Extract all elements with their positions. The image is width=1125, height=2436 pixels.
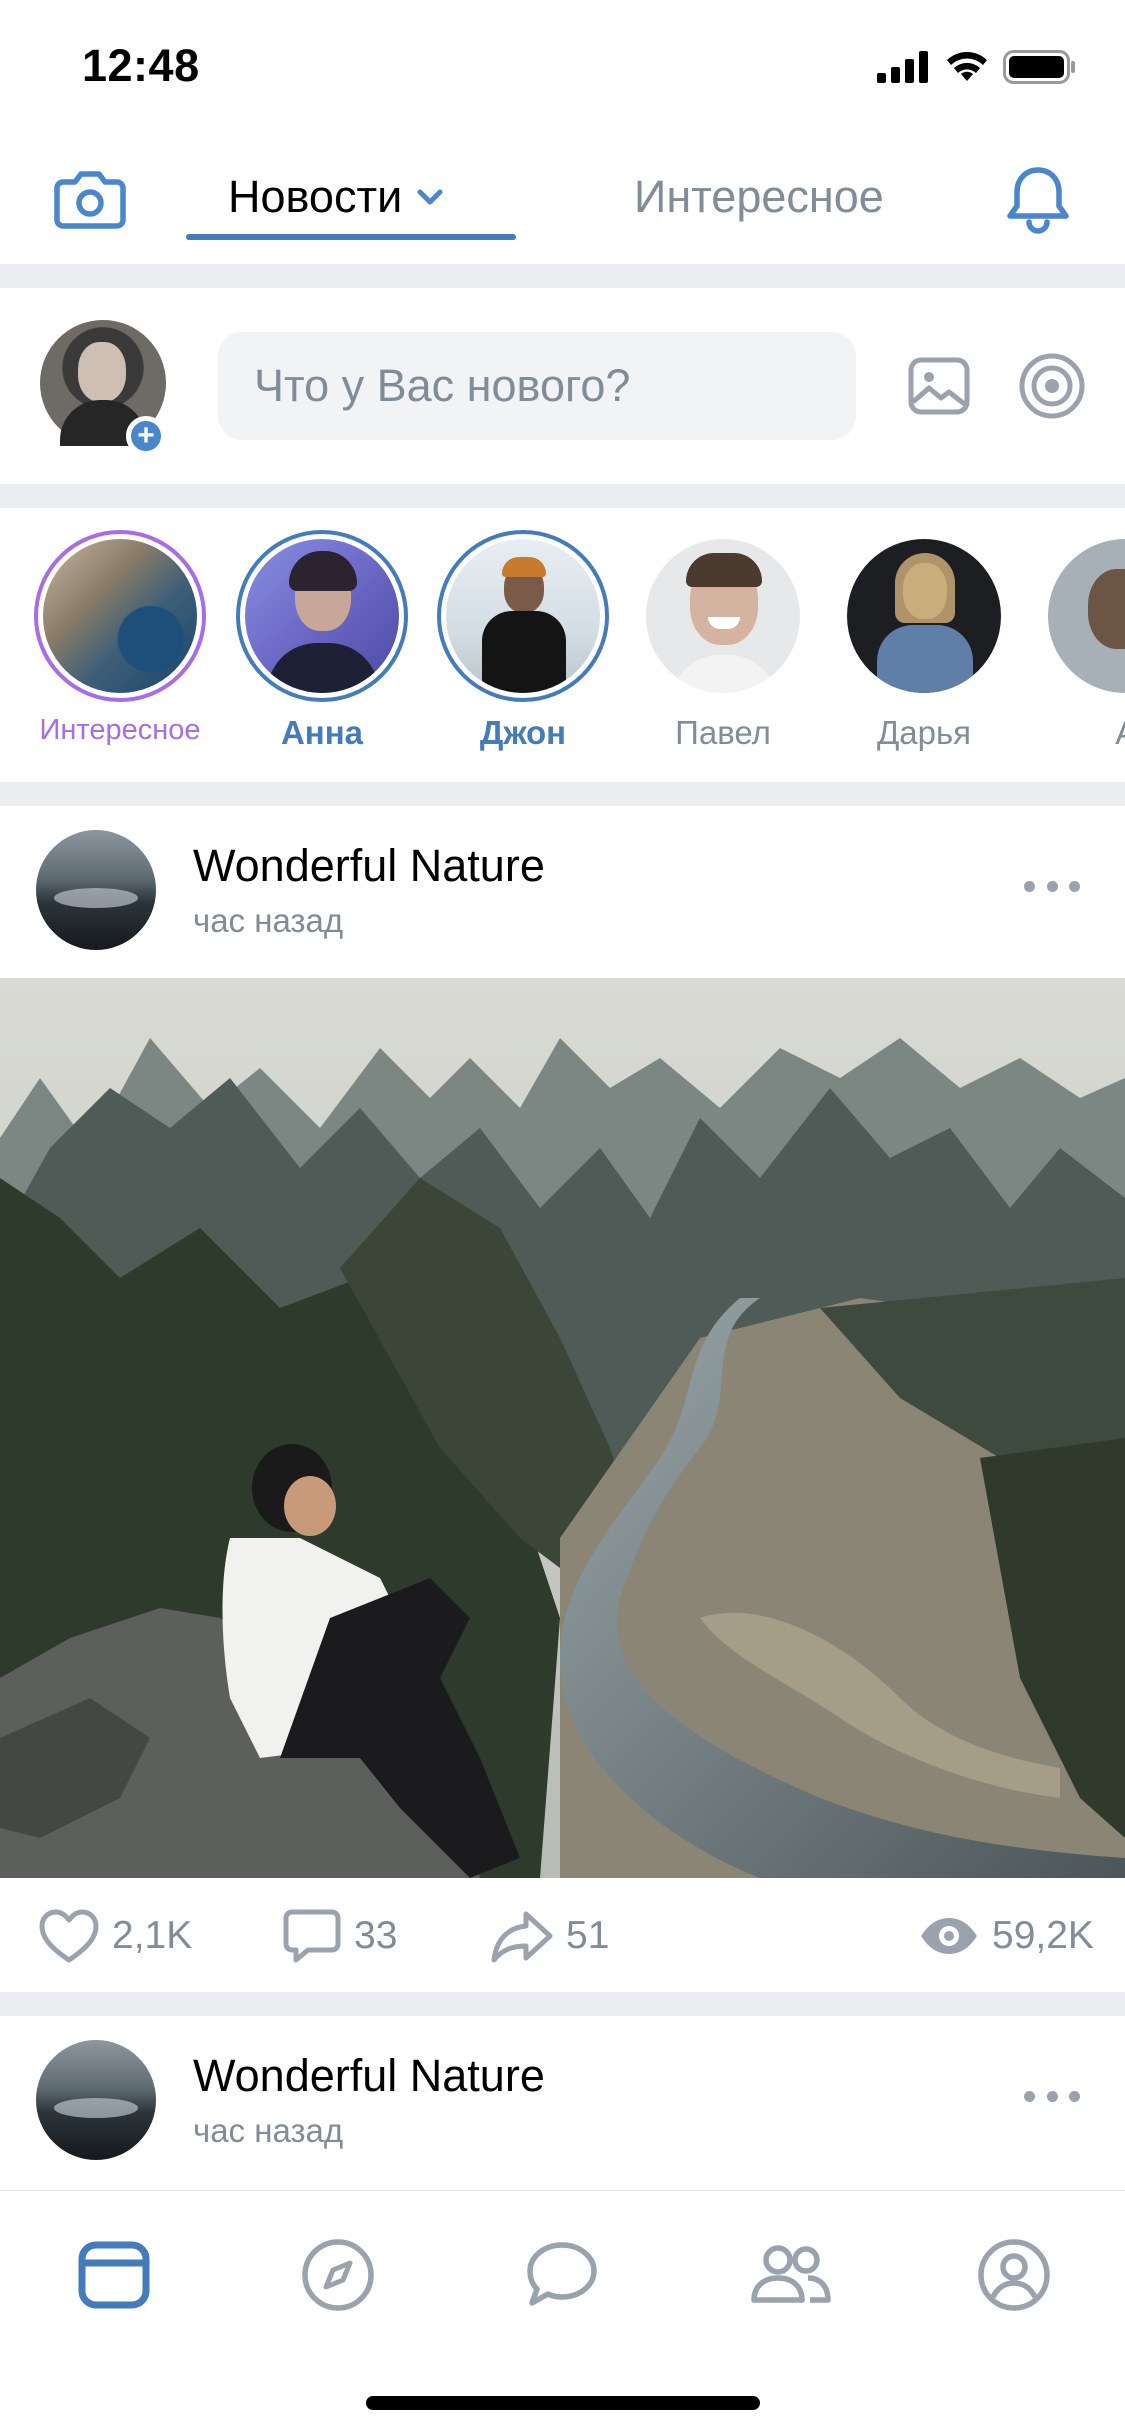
bell-icon[interactable]	[998, 160, 1078, 240]
battery-icon	[1003, 50, 1075, 84]
status-bar: 12:48	[0, 0, 1125, 132]
separator	[0, 1992, 1125, 2016]
top-header: Новости Интересное	[0, 132, 1125, 264]
post-composer: + Что у Вас нового?	[0, 288, 1125, 484]
story-name: Интересное	[39, 714, 201, 746]
status-icons	[877, 50, 1077, 84]
status-time: 12:48	[82, 40, 200, 91]
post-time: час назад	[193, 902, 344, 939]
share-count: 51	[566, 1914, 610, 1957]
share-icon	[491, 1911, 553, 1963]
home-indicator[interactable]	[366, 2396, 760, 2410]
post-author-name[interactable]: Wonderful Nature	[193, 2050, 545, 2102]
post-time: час назад	[193, 2112, 344, 2149]
chevron-down-icon	[417, 189, 443, 205]
wifi-icon	[947, 52, 987, 81]
image-icon[interactable]	[903, 350, 975, 422]
signal-icon	[877, 51, 928, 83]
post-header: Wonderful Nature час назад	[0, 806, 1125, 976]
story-ring	[34, 530, 206, 702]
view-count: 59,2K	[992, 1914, 1094, 1957]
story-ring	[437, 530, 609, 702]
views-counter: 59,2K	[918, 1908, 1094, 1964]
camera-icon[interactable]	[50, 160, 130, 240]
story-thumbnail	[646, 539, 800, 693]
more-icon[interactable]	[1024, 2076, 1080, 2116]
comment-count: 33	[354, 1914, 398, 1957]
like-button[interactable]: 2,1K	[38, 1908, 192, 1964]
post-author-avatar[interactable]	[36, 830, 156, 950]
story-name: Анна	[280, 714, 364, 751]
separator	[0, 484, 1125, 508]
whats-new-input[interactable]: Что у Вас нового?	[218, 332, 856, 440]
story-item[interactable]: Анна	[222, 530, 422, 752]
tab-news[interactable]: Новости	[186, 160, 444, 234]
story-thumbnail	[847, 539, 1001, 693]
news-icon[interactable]	[66, 2227, 162, 2323]
share-button[interactable]: 51	[490, 1908, 609, 1964]
story-ring	[236, 530, 408, 702]
eye-icon	[921, 1918, 977, 1954]
like-count: 2,1K	[112, 1914, 193, 1957]
story-ring	[637, 530, 809, 702]
compass-icon[interactable]	[290, 2227, 386, 2323]
story-item[interactable]: Интересное	[20, 530, 220, 747]
more-icon[interactable]	[1024, 866, 1080, 906]
profile-icon[interactable]	[966, 2227, 1062, 2323]
heart-icon	[39, 1909, 99, 1963]
tab-interesting[interactable]: Интересное	[634, 160, 884, 234]
add-story-plus-icon[interactable]: +	[126, 416, 166, 456]
story-name: Дарья	[876, 714, 972, 751]
story-thumbnail	[43, 539, 197, 693]
story-thumbnail	[245, 539, 399, 693]
story-ring	[1039, 530, 1125, 702]
comment-icon	[283, 1909, 341, 1963]
message-icon[interactable]	[514, 2227, 610, 2323]
separator	[0, 782, 1125, 806]
story-name: Джон	[479, 714, 567, 751]
tab-active-indicator	[186, 234, 516, 240]
comment-button[interactable]: 33	[282, 1908, 397, 1964]
tab-news-label: Новости	[228, 171, 403, 222]
post-photo[interactable]	[0, 978, 1125, 1878]
story-item[interactable]: Алё	[1025, 530, 1125, 752]
post-header: Wonderful Nature час назад	[0, 2016, 1125, 2186]
story-thumbnail	[1048, 539, 1125, 693]
stories-strip: Интересное Анна Джон Павел Дарья	[0, 508, 1125, 782]
story-item[interactable]: Дарья	[824, 530, 1024, 752]
post-author-avatar[interactable]	[36, 2040, 156, 2160]
story-item[interactable]: Джон	[423, 530, 623, 752]
post-actions: 2,1K 33 51 59,2K	[0, 1878, 1125, 1992]
target-icon[interactable]	[1016, 350, 1088, 422]
story-name: Алё	[1115, 714, 1125, 752]
post-author-name[interactable]: Wonderful Nature	[193, 840, 545, 892]
story-item[interactable]: Павел	[623, 530, 823, 752]
story-thumbnail	[446, 539, 600, 693]
separator	[0, 264, 1125, 288]
story-ring	[838, 530, 1010, 702]
story-name: Павел	[675, 714, 771, 751]
friends-icon[interactable]	[742, 2227, 838, 2323]
